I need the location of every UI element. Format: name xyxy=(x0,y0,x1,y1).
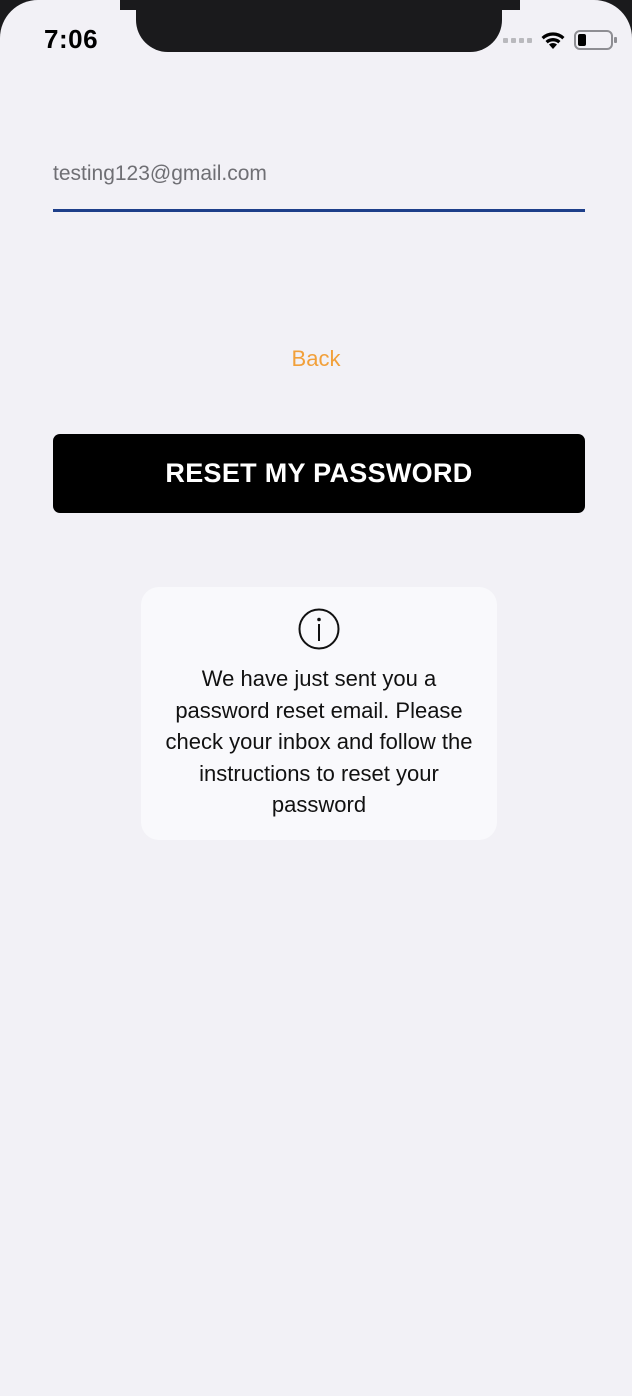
battery-icon xyxy=(574,30,617,50)
email-field-value: testing123@gmail.com xyxy=(53,162,267,185)
email-field[interactable]: testing123@gmail.com xyxy=(53,150,585,212)
status-time: 7:06 xyxy=(44,24,99,54)
device-notch xyxy=(136,0,502,52)
reset-password-button[interactable]: RESET MY PASSWORD xyxy=(53,434,585,513)
info-message: We have just sent you a password reset e… xyxy=(165,666,473,817)
wifi-icon xyxy=(541,32,565,49)
cellular-signal-icon xyxy=(503,37,532,43)
back-link[interactable]: Back xyxy=(0,346,632,372)
info-card: We have just sent you a password reset e… xyxy=(141,587,497,840)
info-icon xyxy=(298,608,340,650)
reset-password-button-label: RESET MY PASSWORD xyxy=(165,458,473,488)
status-indicators xyxy=(503,28,618,52)
app-screen: 7:06 testing123@gmail.com Back RESET MY … xyxy=(0,0,632,1396)
